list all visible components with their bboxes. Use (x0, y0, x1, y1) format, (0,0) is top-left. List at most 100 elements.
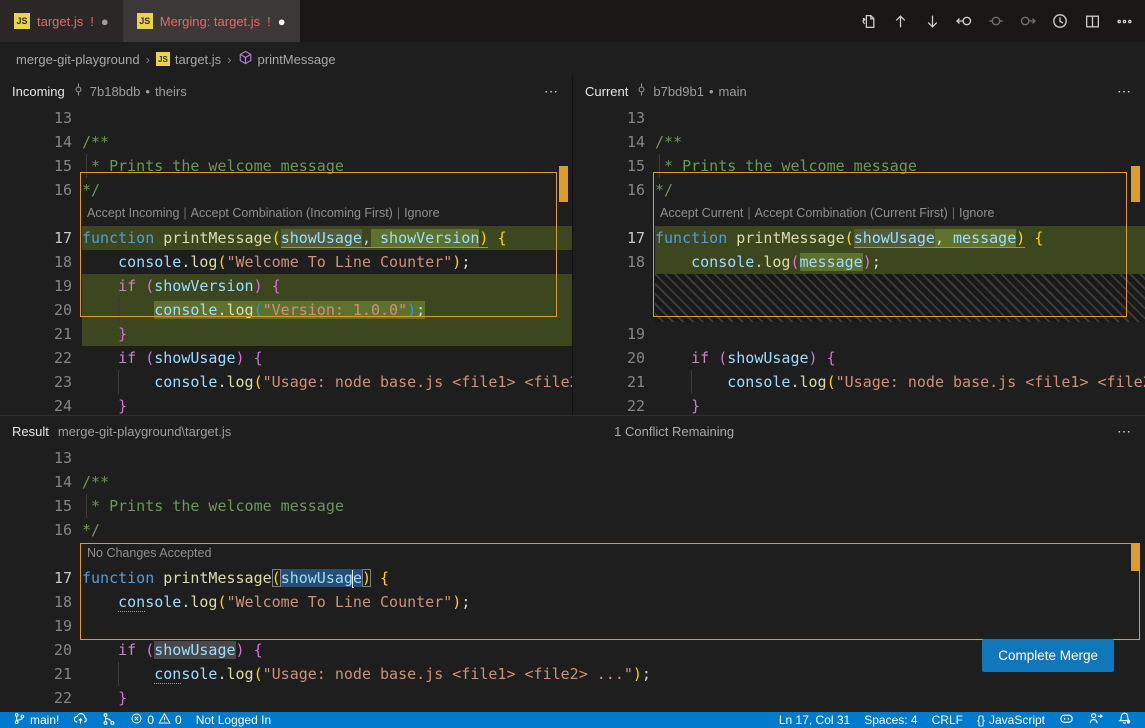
line-number: 15 (0, 494, 82, 518)
merge-action-link[interactable]: Accept Current (660, 206, 743, 220)
merge-action-link[interactable]: Accept Combination (Incoming First) (191, 206, 393, 220)
incoming-header: Incoming 7b18bdb • theirs ⋯ (0, 76, 572, 106)
indent-guide (659, 154, 660, 178)
merge-action-link[interactable]: Accept Combination (Current First) (755, 206, 948, 220)
code-line-content[interactable]: console.log("Usage: node base.js <file1>… (655, 370, 1145, 394)
action-separator: | (743, 206, 754, 220)
arrow-down-icon[interactable] (919, 8, 945, 34)
code-line-content[interactable]: * Prints the welcome message (82, 494, 1145, 518)
line-number: 20 (0, 298, 82, 322)
code-line: 18 console.log("Welcome To Line Counter"… (0, 250, 572, 274)
copilot-indicator[interactable] (1052, 712, 1081, 728)
modified-dot-icon[interactable]: ● (101, 14, 109, 29)
line-number: 19 (573, 322, 655, 346)
code-line-content[interactable]: */ (82, 518, 1145, 542)
code-line-content[interactable]: /** (82, 470, 1145, 494)
login-status[interactable]: Not Logged In (189, 712, 278, 728)
indentation-indicator[interactable]: Spaces: 4 (857, 712, 924, 728)
tab-merging-target-js[interactable]: JS Merging: target.js ! ● (123, 0, 300, 42)
merge-action-link[interactable]: Ignore (404, 206, 439, 220)
code-line-content[interactable]: if (showUsage) { (82, 346, 572, 370)
code-line-content[interactable]: * Prints the welcome message (82, 154, 572, 178)
merge-action-link[interactable]: Accept Incoming (87, 206, 179, 220)
tab-target-js[interactable]: JS target.js ! ● (0, 0, 123, 42)
code-line-content[interactable] (82, 106, 572, 130)
code-line-content[interactable]: * Prints the welcome message (655, 154, 1145, 178)
code-line-content[interactable]: } (82, 322, 572, 346)
breadcrumb-folder[interactable]: merge-git-playground (16, 52, 140, 67)
code-line-content[interactable]: console.log("Welcome To Line Counter"); (82, 590, 1145, 614)
code-line: 13 (0, 446, 1145, 470)
code-line: 18 console.log(message); (573, 250, 1145, 274)
line-number: 14 (573, 130, 655, 154)
arrow-up-icon[interactable] (887, 8, 913, 34)
merge-editor-indicator[interactable] (95, 712, 123, 728)
prev-unhandled-conflict-icon[interactable] (951, 8, 977, 34)
code-line: 18 console.log("Welcome To Line Counter"… (0, 590, 1145, 614)
code-line: 14/** (0, 130, 572, 154)
conflict-circle-icon[interactable] (983, 8, 1009, 34)
code-line-content[interactable] (82, 614, 1145, 638)
breadcrumb-separator: › (227, 52, 231, 67)
code-line-content[interactable]: } (655, 394, 1145, 415)
cursor-position-indicator[interactable]: Ln 17, Col 31 (772, 712, 857, 728)
next-unhandled-conflict-icon[interactable] (1015, 8, 1041, 34)
commit-hash[interactable]: b7bd9b1 (653, 84, 704, 99)
code-line-content[interactable]: if (showUsage) { (655, 346, 1145, 370)
code-line-content[interactable] (655, 322, 1145, 346)
eol-indicator[interactable]: CRLF (925, 712, 970, 728)
git-branch-icon (13, 712, 26, 728)
code-line-content[interactable]: /** (82, 130, 572, 154)
split-editor-icon[interactable] (1079, 8, 1105, 34)
code-line: 22 } (573, 394, 1145, 415)
warning-icon (158, 712, 171, 728)
action-separator: | (179, 206, 190, 220)
code-line-content[interactable]: */ (655, 178, 1145, 202)
code-line-content[interactable]: if (showVersion) { (82, 274, 572, 298)
code-line-content[interactable]: /** (655, 130, 1145, 154)
feedback-indicator[interactable] (1081, 712, 1110, 728)
code-line-content[interactable]: function printMessage(showUsage, showVer… (82, 226, 572, 250)
code-line-content[interactable]: */ (82, 178, 572, 202)
javascript-file-icon: JS (14, 13, 30, 29)
code-line-content[interactable] (82, 446, 1145, 470)
unsaved-dot-icon[interactable]: ● (278, 14, 286, 29)
git-branch-indicator[interactable]: main! (6, 712, 66, 728)
more-actions-icon[interactable] (1111, 8, 1137, 34)
tab-bar: JS target.js ! ● JS Merging: target.js !… (0, 0, 1145, 42)
conflict-flag: ! (267, 14, 271, 29)
code-line-content[interactable]: console.log("Welcome To Line Counter"); (82, 250, 572, 274)
line-number: 16 (573, 178, 655, 202)
breadcrumb-symbol[interactable]: printMessage (238, 50, 336, 68)
code-line-content[interactable]: function printMessage(showUsage, message… (655, 226, 1145, 250)
code-line-content[interactable]: console.log("Usage: node base.js <file1>… (82, 370, 572, 394)
problems-indicator[interactable]: 0 0 (123, 712, 188, 728)
history-icon[interactable] (1047, 8, 1073, 34)
code-line-content[interactable] (655, 106, 1145, 130)
commit-hash[interactable]: 7b18bdb (90, 84, 141, 99)
line-number: 20 (0, 638, 82, 662)
open-file-icon[interactable] (855, 8, 881, 34)
code-line-content[interactable]: } (82, 394, 572, 415)
code-line: 15 * Prints the welcome message (0, 154, 572, 178)
language-indicator[interactable]: {} JavaScript (970, 712, 1052, 728)
merge-action-link[interactable]: Ignore (959, 206, 994, 220)
breadcrumb-file[interactable]: JS target.js (156, 52, 221, 67)
code-line-content[interactable]: console.log(message); (655, 250, 1145, 274)
more-actions-icon[interactable]: ⋯ (1117, 83, 1133, 100)
code-line-content[interactable]: console.log("Version: 1.0.0"); (82, 298, 572, 322)
code-line: 17function printMessage(showUsage) { (0, 566, 1145, 590)
notifications-bell[interactable] (1110, 712, 1139, 728)
code-line-content[interactable]: function printMessage(showUsage) { (82, 566, 1145, 590)
braces-icon: {} (977, 713, 985, 727)
more-actions-icon[interactable]: ⋯ (1117, 423, 1133, 440)
code-line: 14/** (573, 130, 1145, 154)
deleted-lines-hatch (573, 274, 1145, 322)
more-actions-icon[interactable]: ⋯ (544, 83, 560, 100)
code-line-content[interactable]: } (82, 686, 1145, 710)
editor-toolbar (855, 0, 1137, 42)
line-number: 19 (0, 274, 82, 298)
complete-merge-button[interactable]: Complete Merge (982, 639, 1114, 672)
publish-changes-button[interactable] (66, 712, 95, 728)
merge-editors: Incoming 7b18bdb • theirs ⋯ 1314/**15 * … (0, 76, 1145, 415)
